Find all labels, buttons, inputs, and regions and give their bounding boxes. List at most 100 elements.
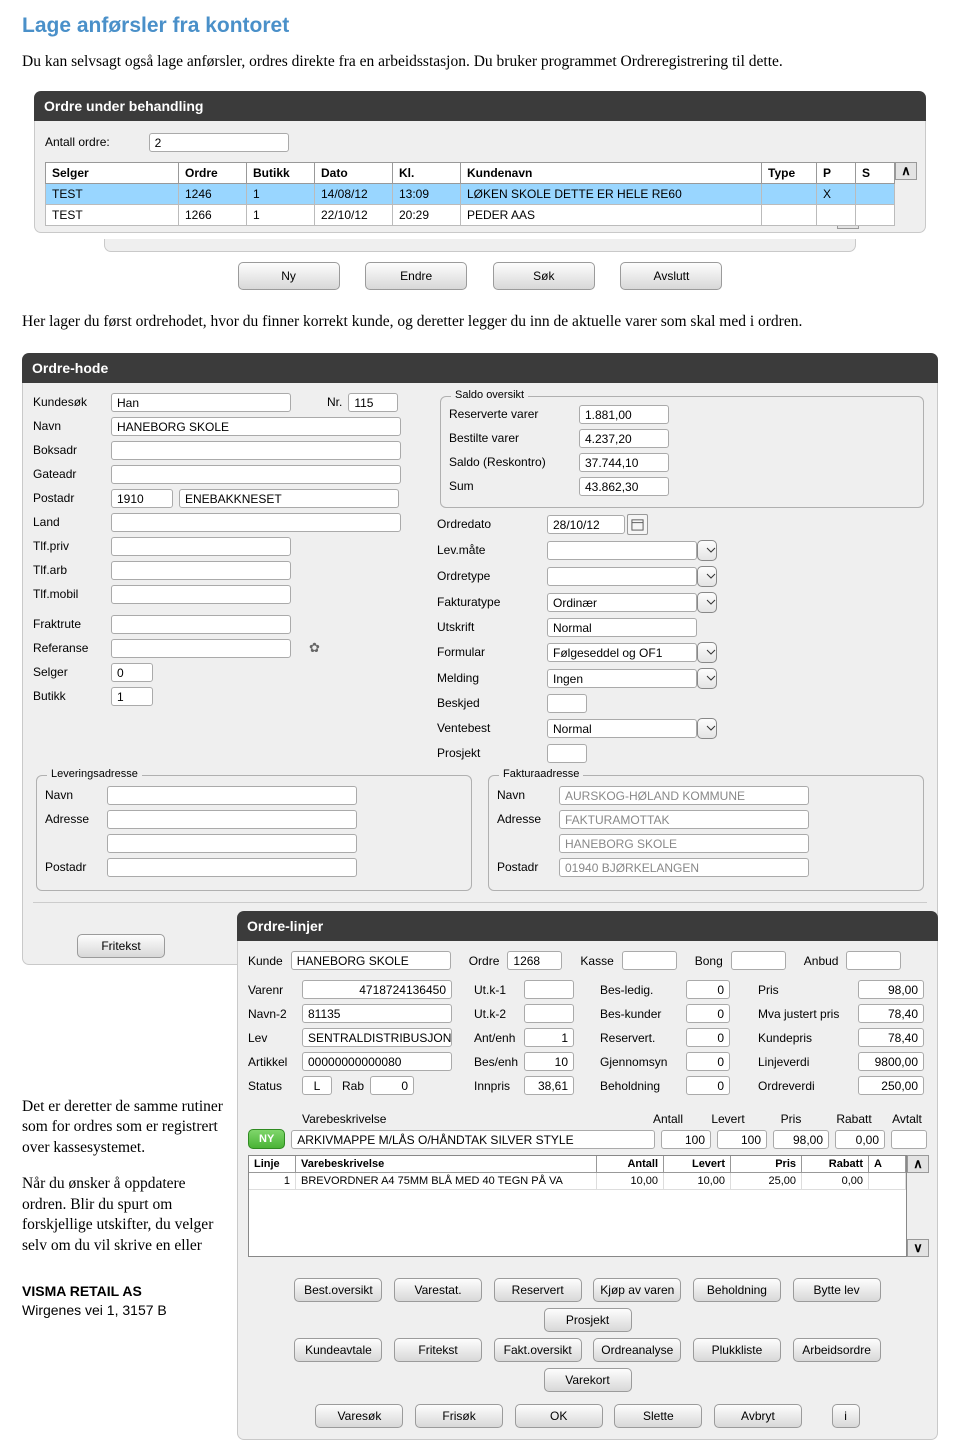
scroll-up[interactable]: ∧ xyxy=(895,162,917,180)
fraktrute-input[interactable] xyxy=(111,615,291,634)
formular-input[interactable]: Følgeseddel og OF1 xyxy=(547,643,697,662)
ordredato-input[interactable]: 28/10/12 xyxy=(547,515,625,534)
ny-line-button[interactable]: NY xyxy=(248,1129,285,1149)
plukkliste-button[interactable]: Plukkliste xyxy=(693,1338,781,1362)
line-row[interactable]: 1 BREVORDNER A4 75MM BLÅ MED 40 TEGN PÅ … xyxy=(249,1173,906,1190)
col-kundenavn[interactable]: Kundenavn xyxy=(461,162,762,183)
ventebest-input[interactable]: Normal xyxy=(547,719,697,738)
count-label: Antall ordre: xyxy=(45,135,145,149)
byttelev-button[interactable]: Bytte lev xyxy=(793,1278,881,1302)
col-selger[interactable]: Selger xyxy=(46,162,179,183)
levmate-dd[interactable] xyxy=(697,540,717,561)
col-ordre[interactable]: Ordre xyxy=(179,162,247,183)
tlfmobil-input[interactable] xyxy=(111,585,291,604)
prosjekt-button[interactable]: Prosjekt xyxy=(544,1308,632,1332)
ref-input[interactable] xyxy=(111,639,291,658)
artikkel-input[interactable]: 00000000000080 xyxy=(302,1052,452,1071)
tlfpriv-input[interactable] xyxy=(111,537,291,556)
table-row[interactable]: TEST1246 114/08/12 13:09LØKEN SKOLE DETT… xyxy=(46,183,895,204)
lev-navn-input[interactable] xyxy=(107,786,357,805)
avtalt-input[interactable] xyxy=(891,1130,927,1149)
bestoversikt-button[interactable]: Best.oversikt xyxy=(294,1278,382,1302)
faktoversikt-button[interactable]: Fakt.oversikt xyxy=(494,1338,582,1362)
varekort-button[interactable]: Varekort xyxy=(544,1368,632,1392)
meld-dd[interactable] xyxy=(697,668,717,689)
slette-button[interactable]: Slette xyxy=(614,1404,702,1428)
post1-input[interactable]: 1910 xyxy=(111,489,173,508)
form-dd[interactable] xyxy=(697,642,717,663)
navn2-input[interactable]: 81135 xyxy=(302,1004,452,1023)
line-scroll-down[interactable]: ∨ xyxy=(907,1239,929,1257)
navn-input[interactable]: HANEBORG SKOLE xyxy=(111,417,401,436)
levert-input[interactable]: 100 xyxy=(717,1130,767,1149)
side-text-1: Det er deretter de samme rutiner som for… xyxy=(22,1097,227,1158)
antall-input[interactable]: 100 xyxy=(661,1130,711,1149)
ordretype-input[interactable] xyxy=(547,567,697,586)
ny-button[interactable]: Ny xyxy=(238,262,340,290)
p3-kasse[interactable] xyxy=(622,951,677,970)
varenr-input[interactable]: 4718724136450 xyxy=(302,980,452,999)
p3-bong[interactable] xyxy=(731,951,786,970)
fakt-dd[interactable] xyxy=(697,592,717,613)
utskrift-input[interactable]: Normal xyxy=(547,618,697,637)
beskjed-input[interactable] xyxy=(547,694,587,713)
frisok-button[interactable]: Frisøk xyxy=(415,1404,503,1428)
count-input[interactable]: 2 xyxy=(149,133,289,152)
utk2-input[interactable] xyxy=(524,1004,574,1023)
boksadr-input[interactable] xyxy=(111,441,401,460)
pris-input[interactable]: 98,00 xyxy=(773,1130,829,1149)
p3-ordre[interactable]: 1268 xyxy=(507,951,562,970)
prosjekt-input[interactable] xyxy=(547,744,587,763)
lev-adr2-input[interactable] xyxy=(107,834,357,853)
varesok-button[interactable]: Varesøk xyxy=(315,1404,403,1428)
col-dato[interactable]: Dato xyxy=(315,162,393,183)
gateadr-input[interactable] xyxy=(111,465,401,484)
kundesok-input[interactable]: Han xyxy=(111,393,291,412)
butikk-input[interactable]: 1 xyxy=(111,687,153,706)
arbeidsordre-button[interactable]: Arbeidsordre xyxy=(793,1338,881,1362)
p3-kunde[interactable]: HANEBORG SKOLE xyxy=(291,951,451,970)
ordreanalyse-button[interactable]: Ordreanalyse xyxy=(593,1338,681,1362)
col-s[interactable]: S xyxy=(856,162,895,183)
sok-button[interactable]: Søk xyxy=(493,262,595,290)
col-kl[interactable]: Kl. xyxy=(393,162,461,183)
ok-button[interactable]: OK xyxy=(515,1404,603,1428)
col-butikk[interactable]: Butikk xyxy=(247,162,315,183)
lev-post-input[interactable] xyxy=(107,858,357,877)
calendar-icon[interactable] xyxy=(627,514,648,535)
beholdning-button[interactable]: Beholdning xyxy=(693,1278,781,1302)
utk1-input[interactable] xyxy=(524,980,574,999)
line-scroll-up[interactable]: ∧ xyxy=(907,1155,929,1173)
lev-adr1-input[interactable] xyxy=(107,810,357,829)
kundeavtale-button[interactable]: Kundeavtale xyxy=(294,1338,382,1362)
nr-input[interactable]: 115 xyxy=(348,393,398,412)
melding-input[interactable]: Ingen xyxy=(547,669,697,688)
beskr-input[interactable]: ARKIVMAPPE M/LÅS O/HÅNDTAK SILVER STYLE xyxy=(291,1130,655,1149)
varestat-button[interactable]: Varestat. xyxy=(394,1278,482,1302)
endre-button[interactable]: Endre xyxy=(365,262,467,290)
p3-anbud[interactable] xyxy=(846,951,901,970)
fritekst2-button[interactable]: Fritekst xyxy=(394,1338,482,1362)
table-row[interactable]: TEST1266 122/10/12 20:29PEDER AAS xyxy=(46,204,895,225)
col-p[interactable]: P xyxy=(817,162,856,183)
info-button[interactable]: i xyxy=(832,1404,860,1428)
panel1-title: Ordre under behandling xyxy=(34,91,926,121)
intro-2: Her lager du først ordrehodet, hvor du f… xyxy=(22,312,938,333)
land-input[interactable] xyxy=(111,513,401,532)
levmate-input[interactable] xyxy=(547,541,697,560)
avslutt-button[interactable]: Avslutt xyxy=(620,262,722,290)
panel3-title: Ordre-linjer xyxy=(237,911,938,941)
tlfarb-input[interactable] xyxy=(111,561,291,580)
reservert-button[interactable]: Reservert xyxy=(494,1278,582,1302)
selger-input[interactable]: 0 xyxy=(111,663,153,682)
rabatt-input[interactable]: 0,00 xyxy=(835,1130,885,1149)
orders-table: Selger Ordre Butikk Dato Kl. Kundenavn T… xyxy=(45,162,895,226)
fakturatype-input[interactable]: Ordinær xyxy=(547,593,697,612)
col-type[interactable]: Type xyxy=(762,162,817,183)
kjop-button[interactable]: Kjøp av varen xyxy=(593,1278,681,1302)
ordretype-dd[interactable] xyxy=(697,566,717,587)
post2-input[interactable]: ENEBAKKNESET xyxy=(179,489,399,508)
search-icon[interactable]: ✿ xyxy=(309,640,320,656)
avbryt-button[interactable]: Avbryt xyxy=(714,1404,802,1428)
vente-dd[interactable] xyxy=(697,718,717,739)
